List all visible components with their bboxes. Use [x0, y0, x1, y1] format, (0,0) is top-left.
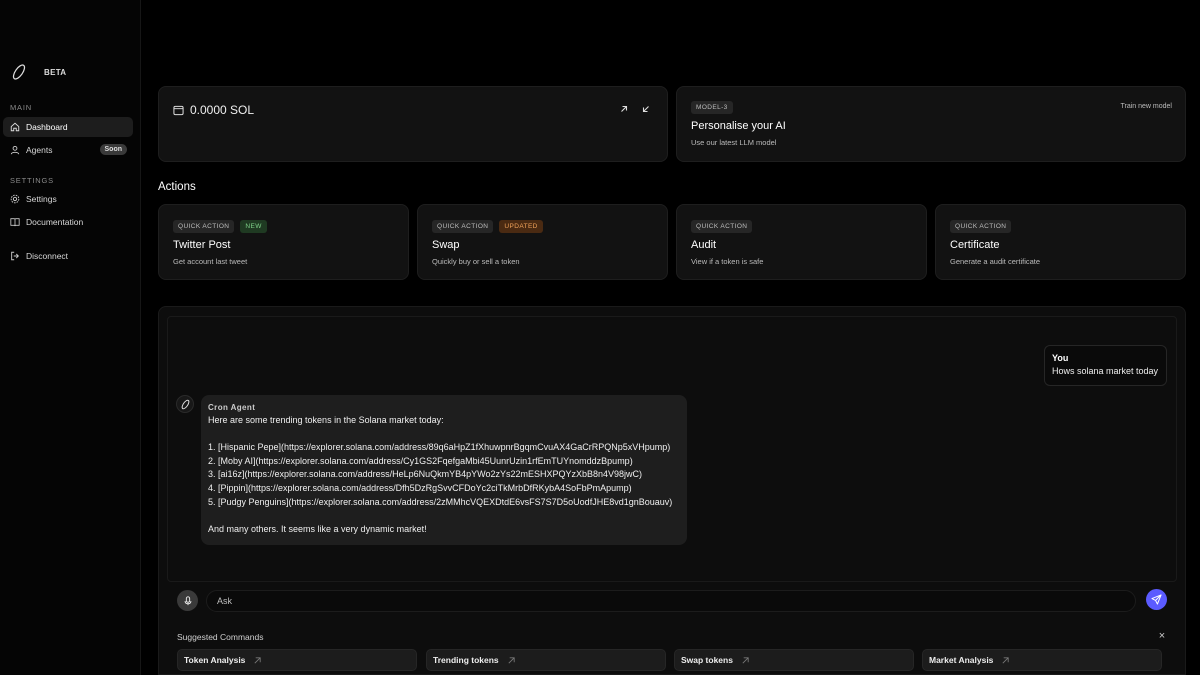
action-card-swap[interactable]: QUICK ACTION UPDATED Swap Quickly buy or… [417, 204, 668, 280]
gear-icon [10, 194, 20, 204]
quick-action-tag: QUICK ACTION [691, 220, 753, 233]
agent-intro: Here are some trending tokens in the Sol… [208, 415, 444, 425]
arrow-up-right-icon [1002, 656, 1010, 664]
agent-message: Cron Agent Here are some trending tokens… [201, 395, 687, 545]
sidebar-item-label: Settings [26, 194, 57, 204]
wallet-balance: 0.0000 SOL [173, 103, 254, 117]
action-title: Twitter Post [173, 239, 231, 251]
action-title: Audit [691, 239, 717, 251]
token-list-item[interactable]: 1. [Hispanic Pepe](https://explorer.sola… [208, 441, 680, 455]
arrow-down-left-icon[interactable] [641, 104, 651, 114]
suggestion-trending-tokens[interactable]: Trending tokens [426, 649, 666, 671]
agent-name: Cron Agent [208, 403, 256, 412]
train-new-model-link[interactable]: Train new model [1121, 103, 1173, 110]
suggestion-label: Market Analysis [929, 655, 994, 665]
logo-icon [12, 64, 26, 80]
action-subtitle: Get account last tweet [173, 257, 248, 266]
home-icon [10, 122, 20, 132]
new-badge: NEW [240, 220, 267, 233]
sidebar-item-documentation[interactable]: Documentation [3, 212, 133, 232]
action-card-certificate[interactable]: QUICK ACTION Certificate Generate a audi… [935, 204, 1186, 280]
book-icon [10, 218, 20, 227]
token-list-item[interactable]: 2. [Moby AI](https://explorer.solana.com… [208, 455, 680, 469]
user-name: You [1052, 353, 1069, 363]
wallet-card: 0.0000 SOL [158, 86, 668, 162]
logout-icon [11, 251, 19, 261]
sidebar-item-label: Agents [26, 145, 53, 155]
user-icon [10, 145, 20, 155]
model-subtitle: Use our latest LLM model [691, 138, 777, 147]
action-card-audit[interactable]: QUICK ACTION Audit View if a token is sa… [676, 204, 927, 280]
action-subtitle: View if a token is safe [691, 257, 764, 266]
action-subtitle: Generate a audit certificate [950, 257, 1041, 266]
suggested-commands-title: Suggested Commands [177, 632, 264, 642]
model-card[interactable]: MODEL-3 Train new model Personalise your… [676, 86, 1186, 162]
sidebar-item-agents[interactable]: Agents Soon [3, 140, 133, 160]
agent-avatar [176, 395, 194, 413]
token-list-item[interactable]: 5. [Pudgy Penguins](https://explorer.sol… [208, 496, 680, 510]
wallet-icon [173, 105, 184, 115]
agent-outro: And many others. It seems like a very dy… [208, 523, 427, 534]
suggestion-label: Trending tokens [433, 655, 499, 665]
send-icon [1151, 594, 1162, 605]
sidebar-item-label: Documentation [26, 217, 84, 227]
action-card-twitter-post[interactable]: QUICK ACTION NEW Twitter Post Get accoun… [158, 204, 409, 280]
sidebar-item-label: Dashboard [26, 122, 68, 132]
main-section-label: MAIN [10, 103, 32, 112]
arrow-up-right-icon [742, 656, 749, 664]
quick-action-tag: QUICK ACTION [173, 220, 235, 233]
user-message: You Hows solana market today [1044, 345, 1167, 386]
model-tag: MODEL-3 [691, 101, 733, 114]
model-title: Personalise your AI [691, 120, 786, 132]
agent-logo-icon [181, 399, 189, 409]
action-subtitle: Quickly buy or sell a token [432, 257, 520, 266]
arrow-up-right-icon [508, 656, 515, 664]
user-message-text: Hows solana market today [1052, 366, 1159, 376]
arrow-up-right-icon[interactable] [619, 104, 629, 114]
logo[interactable] [10, 63, 28, 81]
sidebar-item-disconnect[interactable]: Disconnect [3, 246, 133, 266]
token-list-item[interactable]: 3. [ai16z](https://explorer.solana.com/a… [208, 468, 680, 482]
action-title: Certificate [950, 239, 1000, 251]
suggestion-label: Swap tokens [681, 655, 733, 665]
wallet-balance-value: 0.0000 SOL [190, 103, 255, 117]
suggestion-token-analysis[interactable]: Token Analysis [177, 649, 417, 671]
soon-badge: Soon [99, 144, 127, 155]
suggestion-swap-tokens[interactable]: Swap tokens [674, 649, 914, 671]
close-suggestions-button[interactable]: × [1156, 630, 1168, 642]
chat-input[interactable] [206, 590, 1136, 612]
sidebar-item-dashboard[interactable]: Dashboard [3, 117, 133, 137]
sidebar: BETA MAIN Dashboard Agents Soon SETTINGS… [0, 0, 141, 675]
token-list-item[interactable]: 4. [Pippin](https://explorer.solana.com/… [208, 482, 680, 496]
sidebar-item-settings[interactable]: Settings [3, 189, 133, 209]
sidebar-item-label: Disconnect [26, 251, 69, 261]
beta-label: BETA [44, 68, 67, 77]
microphone-icon [184, 595, 191, 605]
actions-heading: Actions [158, 181, 196, 193]
quick-action-tag: QUICK ACTION [950, 220, 1012, 233]
suggestion-label: Token Analysis [184, 655, 246, 665]
send-button[interactable] [1146, 589, 1167, 610]
arrow-up-right-icon [254, 656, 262, 664]
microphone-button[interactable] [177, 590, 198, 611]
quick-action-tag: QUICK ACTION [432, 220, 494, 233]
action-title: Swap [432, 239, 460, 251]
updated-badge: UPDATED [499, 220, 543, 233]
suggestion-market-analysis[interactable]: Market Analysis [922, 649, 1162, 671]
settings-section-label: SETTINGS [10, 176, 54, 185]
